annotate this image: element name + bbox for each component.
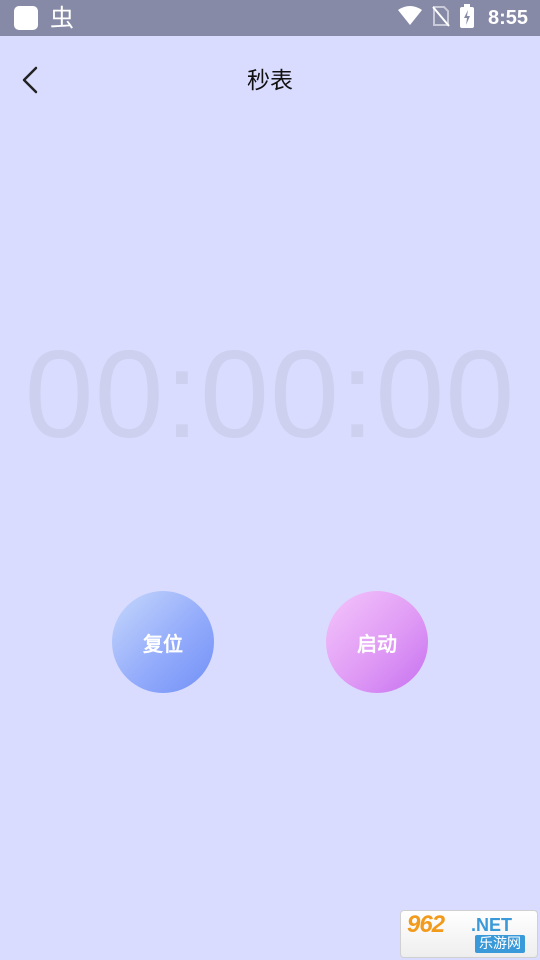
- wifi-icon: [397, 6, 422, 30]
- reset-button[interactable]: 复位: [112, 591, 214, 693]
- reset-button-label: 复位: [143, 631, 183, 656]
- start-button[interactable]: 启动: [326, 591, 428, 693]
- page-title: 秒表: [247, 68, 293, 94]
- app-header: 秒表: [0, 36, 540, 126]
- site-watermark-logo: 962 .NET 乐游网: [400, 910, 538, 958]
- bug-app-icon: 虫: [50, 4, 74, 32]
- status-bar: 虫 8:55: [0, 0, 540, 36]
- watermark-brand: 962: [407, 911, 445, 938]
- watermark-suffix: .NET: [471, 915, 513, 935]
- status-time: 8:55: [487, 6, 528, 29]
- start-button-label: 启动: [357, 631, 397, 656]
- watermark-caption: 乐游网: [475, 935, 525, 953]
- stopwatch-display: 00:00:00: [24, 326, 516, 464]
- app-notification-icon: [14, 6, 38, 30]
- battery-charging-icon: [459, 4, 474, 32]
- no-sim-icon: [432, 5, 450, 31]
